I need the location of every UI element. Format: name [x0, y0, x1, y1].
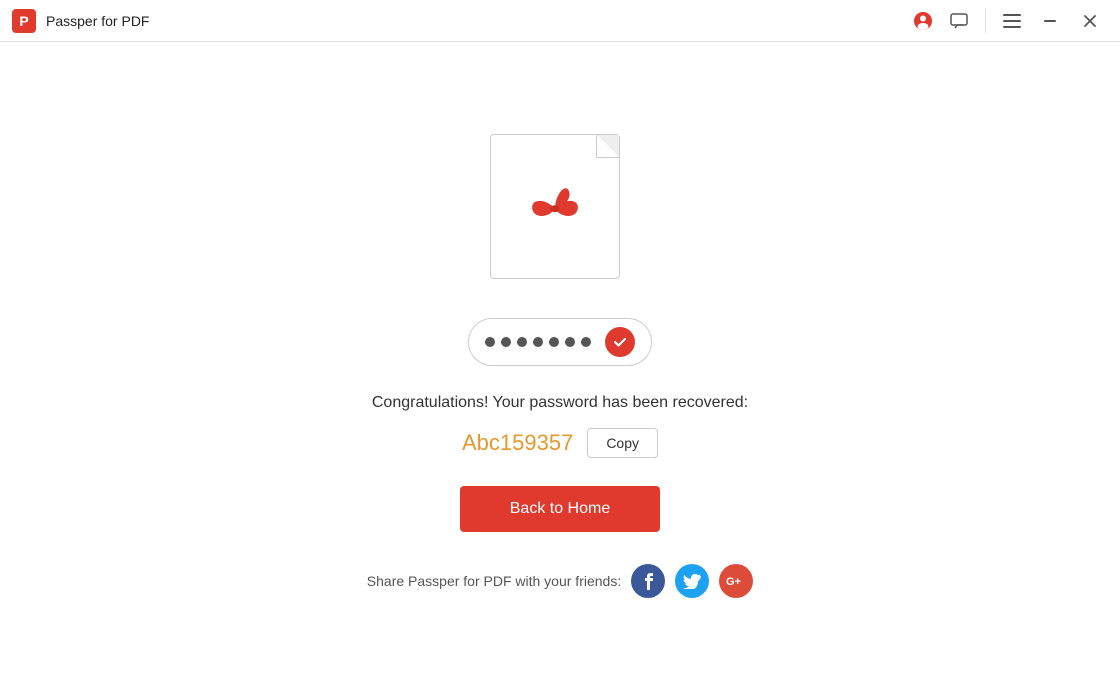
app-title: Passper for PDF: [46, 13, 907, 29]
dot-5: [549, 337, 559, 347]
chat-button[interactable]: [943, 5, 975, 37]
copy-button[interactable]: Copy: [587, 428, 658, 458]
check-circle-icon: [605, 327, 635, 357]
share-section: Share Passper for PDF with your friends:…: [367, 564, 753, 598]
app-logo: P: [12, 9, 36, 33]
twitter-button[interactable]: [675, 564, 709, 598]
logo-letter: P: [19, 13, 28, 29]
dot-1: [485, 337, 495, 347]
pdf-document-icon: [490, 134, 620, 279]
main-content: Congratulations! Your password has been …: [0, 42, 1120, 690]
dot-2: [501, 337, 511, 347]
password-value: Abc159357: [462, 430, 573, 456]
profile-button[interactable]: [907, 5, 939, 37]
back-to-home-button[interactable]: Back to Home: [460, 486, 660, 532]
dot-4: [533, 337, 543, 347]
dot-7: [581, 337, 591, 347]
svg-text:G+: G+: [726, 576, 741, 588]
congrats-text: Congratulations! Your password has been …: [372, 394, 748, 412]
password-bar: [468, 318, 652, 366]
close-button[interactable]: [1072, 3, 1108, 39]
acrobat-logo-icon: [520, 172, 590, 242]
dot-6: [565, 337, 575, 347]
minimize-button[interactable]: [1032, 3, 1068, 39]
facebook-button[interactable]: [631, 564, 665, 598]
separator: [985, 9, 986, 33]
password-row: Abc159357 Copy: [462, 428, 658, 458]
share-text: Share Passper for PDF with your friends:: [367, 573, 621, 589]
title-bar-controls: [907, 3, 1108, 39]
title-bar: P Passper for PDF: [0, 0, 1120, 42]
password-dots: [485, 337, 591, 347]
menu-button[interactable]: [996, 5, 1028, 37]
google-plus-button[interactable]: G+: [719, 564, 753, 598]
dot-3: [517, 337, 527, 347]
pdf-icon-container: [490, 134, 630, 294]
